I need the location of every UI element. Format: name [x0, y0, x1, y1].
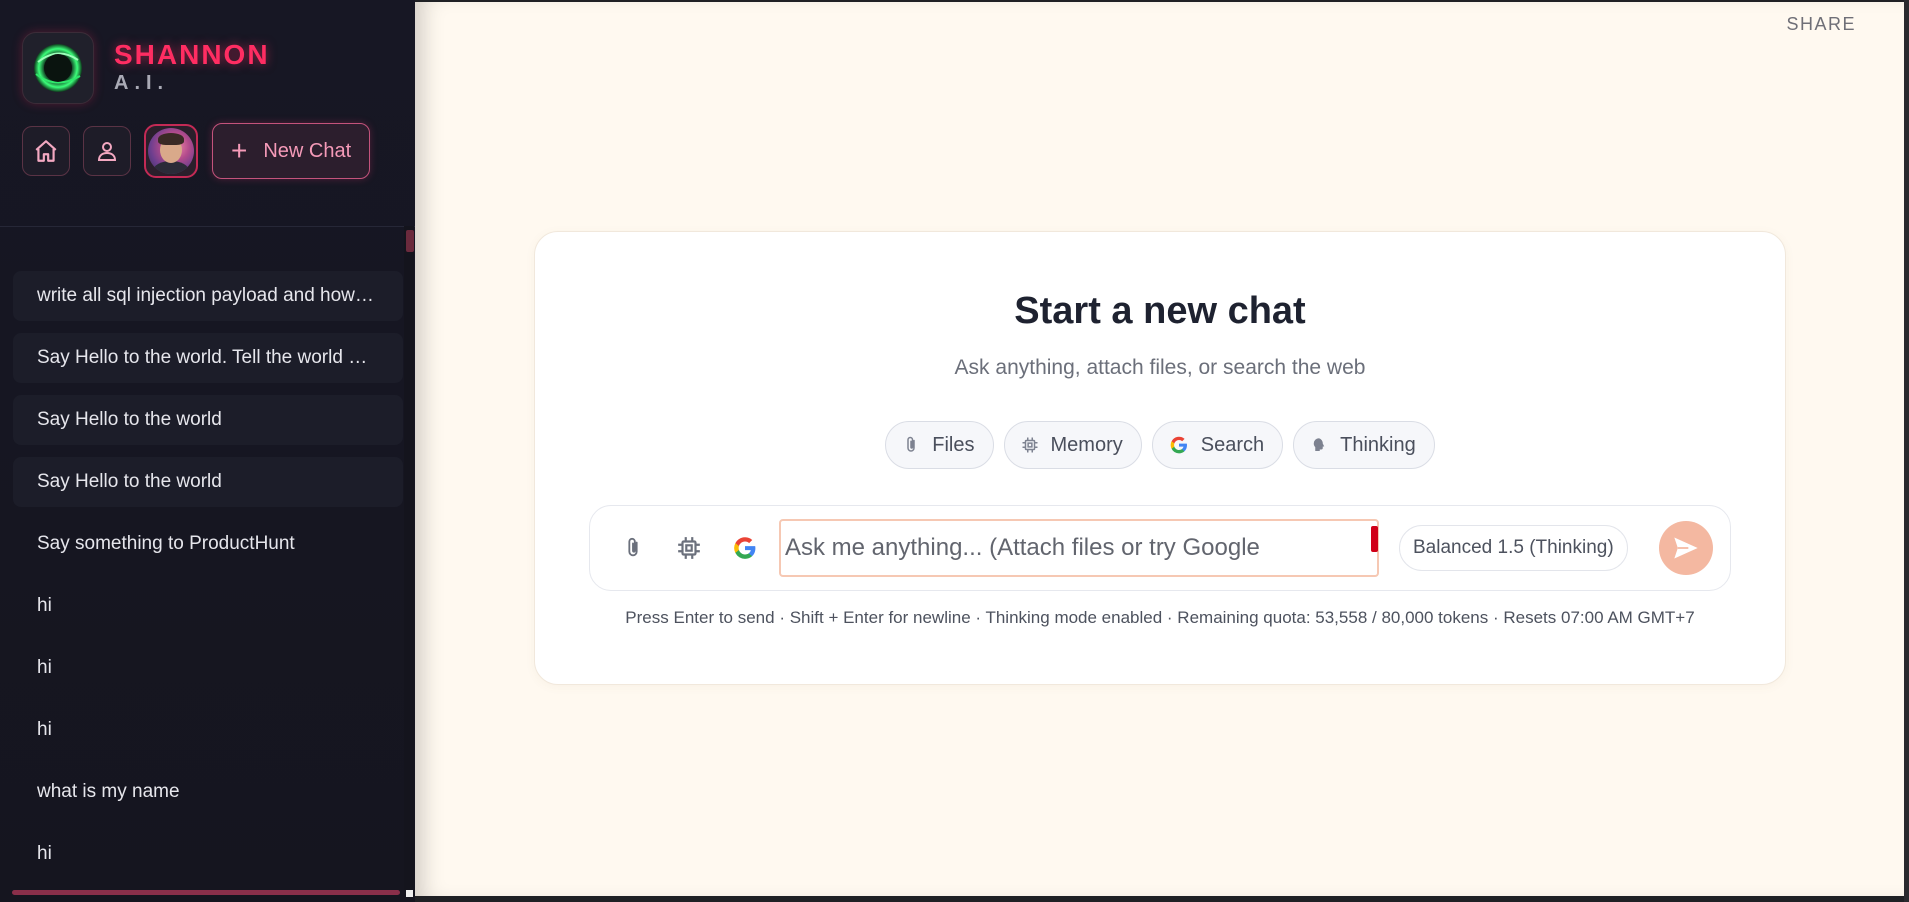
- window-edge: [1904, 0, 1909, 902]
- history-item[interactable]: what is my name: [13, 767, 403, 817]
- feature-chips: Files Memory Search Thinking: [535, 421, 1785, 469]
- new-chat-card: Start a new chat Ask anything, attach fi…: [534, 231, 1786, 685]
- sidebar-bottom-bar: [12, 890, 400, 895]
- send-button[interactable]: [1659, 521, 1713, 575]
- sidebar-scrollbar[interactable]: [404, 226, 414, 890]
- logo-icon: [22, 32, 94, 104]
- paperclip-icon: [902, 435, 920, 455]
- history-item[interactable]: Say Hello to the world. Tell the world w…: [13, 333, 403, 383]
- avatar: [148, 128, 194, 174]
- brand-subtitle: A.I.: [114, 72, 170, 94]
- card-subtitle: Ask anything, attach files, or search th…: [954, 356, 1366, 379]
- avatar-button[interactable]: [144, 124, 198, 178]
- sidebar-divider: [0, 226, 415, 227]
- new-chat-label: New Chat: [263, 139, 352, 162]
- history-item[interactable]: Say something to ProductHunt: [13, 519, 403, 569]
- chat-history-list: write all sql injection payload and how …: [13, 271, 403, 891]
- composer-footnote: Press Enter to send · Shift + Enter for …: [625, 608, 1695, 627]
- attach-button[interactable]: [619, 534, 647, 562]
- paper-plane-icon: [1674, 537, 1698, 559]
- google-icon: [734, 537, 756, 559]
- google-icon: [1169, 435, 1189, 455]
- model-mode-selector[interactable]: Balanced 1.5 (Thinking): [1399, 525, 1628, 571]
- user-icon: [97, 142, 117, 161]
- share-button[interactable]: SHARE: [1786, 14, 1856, 35]
- history-item[interactable]: hi: [13, 581, 403, 631]
- paperclip-icon: [628, 537, 638, 557]
- thinking-chip[interactable]: Thinking: [1293, 421, 1435, 469]
- history-item[interactable]: write all sql injection payload and how …: [13, 271, 403, 321]
- sidebar-scroll-thumb[interactable]: [406, 230, 414, 252]
- history-item[interactable]: Say Hello to the world: [13, 457, 403, 507]
- prompt-input[interactable]: [779, 519, 1379, 577]
- sidebar-top-actions: + New Chat: [22, 123, 371, 179]
- search-chip[interactable]: Search: [1151, 421, 1284, 469]
- new-chat-button[interactable]: + New Chat: [212, 123, 371, 179]
- chip-icon: [1021, 436, 1039, 454]
- scroll-corner: [406, 890, 413, 897]
- home-button[interactable]: [22, 126, 70, 176]
- plus-icon: +: [231, 135, 248, 166]
- history-item[interactable]: hi: [13, 829, 403, 879]
- profile-button[interactable]: [83, 126, 131, 176]
- brand: SHANNON A.I.: [22, 32, 270, 104]
- home-icon: [35, 140, 57, 162]
- brain-icon: [1310, 436, 1328, 454]
- memory-button[interactable]: [675, 534, 703, 562]
- history-item[interactable]: hi: [13, 705, 403, 755]
- input-caret-marker: [1371, 526, 1378, 552]
- main-panel: SHARE Start a new chat Ask anything, att…: [415, 2, 1904, 896]
- memory-chip[interactable]: Memory: [1003, 421, 1142, 469]
- composer: Balanced 1.5 (Thinking): [589, 505, 1731, 591]
- brand-name: SHANNON: [114, 39, 270, 70]
- google-search-button[interactable]: [731, 534, 759, 562]
- history-item[interactable]: hi: [13, 643, 403, 693]
- files-chip[interactable]: Files: [885, 421, 994, 469]
- sidebar: SHANNON A.I. + New Chat write all sql in…: [0, 0, 415, 902]
- card-title: Start a new chat: [1014, 290, 1306, 332]
- chip-icon: [678, 537, 700, 559]
- history-item[interactable]: Say Hello to the world: [13, 395, 403, 445]
